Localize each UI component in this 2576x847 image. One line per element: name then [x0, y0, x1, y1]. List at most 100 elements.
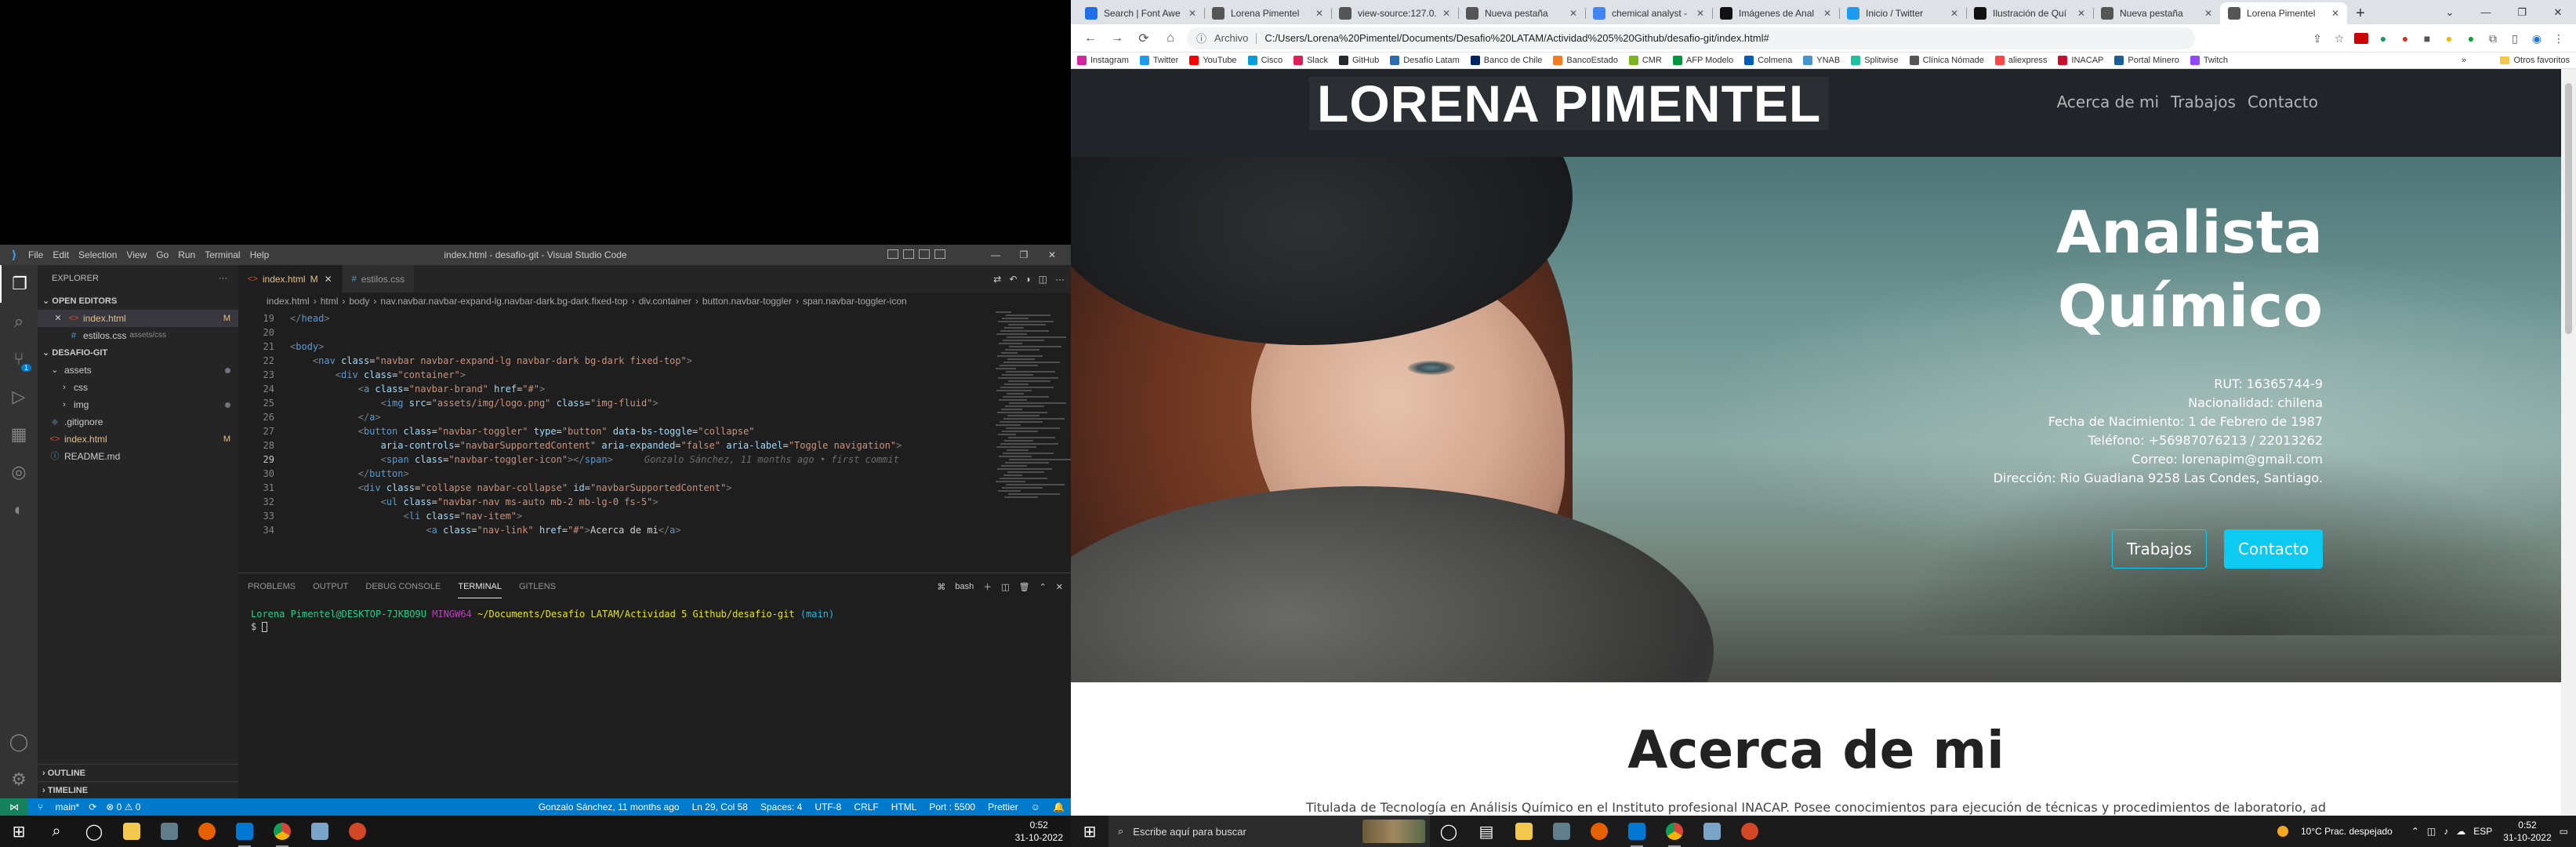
- panel-tab-debug-console[interactable]: DEBUG CONSOLE: [365, 576, 441, 598]
- bookmarks-overflow-button[interactable]: »: [2462, 56, 2466, 65]
- share-icon[interactable]: ⇪: [2306, 32, 2328, 45]
- keyboard-language[interactable]: ESP: [2473, 826, 2492, 837]
- panel-tab-output[interactable]: OUTPUT: [313, 576, 348, 598]
- open-editor-item[interactable]: ✕ <> index.html M: [38, 310, 238, 327]
- minimap[interactable]: [996, 310, 1071, 537]
- tab-index-html[interactable]: <> index.html M ✕: [238, 265, 343, 293]
- remote-explorer-icon[interactable]: ◎: [0, 453, 38, 491]
- menu-view[interactable]: View: [126, 249, 147, 260]
- extensions-icon[interactable]: ▦: [0, 416, 38, 453]
- works-button[interactable]: Trabajos: [2112, 529, 2207, 569]
- close-tab-icon[interactable]: ✕: [1442, 8, 1450, 19]
- bookmark-slack[interactable]: Slack: [1293, 56, 1328, 65]
- chrome-menu-icon[interactable]: ⋮: [2548, 32, 2570, 45]
- split-terminal-icon[interactable]: ◫: [1001, 582, 1009, 592]
- menu-file[interactable]: File: [28, 249, 43, 260]
- close-tab-icon[interactable]: ✕: [1950, 8, 1958, 19]
- back-icon[interactable]: ←: [1077, 31, 1104, 45]
- weather-widget[interactable]: 10°C Prac. despejado: [2269, 826, 2393, 837]
- tree-item[interactable]: <> index.html M: [38, 431, 238, 448]
- open-editors-section[interactable]: ⌄ OPEN EDITORS: [38, 293, 238, 310]
- breadcrumb-item[interactable]: button.navbar-toggler: [702, 296, 792, 307]
- nav-link-2[interactable]: Trabajos: [2171, 93, 2236, 111]
- other-bookmarks[interactable]: Otros favoritos: [2500, 56, 2570, 65]
- bookmark-inacap[interactable]: INACAP: [2058, 56, 2103, 65]
- toggle-sidebar-icon[interactable]: [887, 249, 898, 259]
- tree-item[interactable]: ⌄ assets: [38, 362, 238, 379]
- tab-estilos-css[interactable]: # estilos.css: [342, 265, 415, 293]
- bookmark-banco-de-chile[interactable]: Banco de Chile: [1470, 56, 1542, 65]
- kill-terminal-icon[interactable]: 🗑: [1019, 582, 1030, 592]
- search-icon[interactable]: ⌕: [38, 816, 75, 847]
- browser-tab[interactable]: Inicio / Twitter ✕: [1839, 2, 1966, 24]
- tab-search-icon[interactable]: ⌄: [2432, 6, 2468, 19]
- extensions-puzzle-icon[interactable]: ⧉: [2482, 32, 2504, 45]
- network-icon[interactable]: ◫: [2427, 826, 2436, 837]
- terminal-shell-icon[interactable]: ⌘: [937, 582, 945, 592]
- chrome-taskbar-icon[interactable]: [1656, 816, 1693, 847]
- code-editor[interactable]: 19 </head> 20 21 <body> 22 <nav class="navbar…: [238, 310, 1071, 537]
- layout-controls[interactable]: [883, 249, 945, 259]
- extension-green-icon[interactable]: ●: [2372, 32, 2394, 45]
- nav-link-3[interactable]: Contacto: [2248, 93, 2318, 111]
- breadcrumb-item[interactable]: index.html: [267, 296, 310, 307]
- task-view-icon[interactable]: ◯: [75, 816, 113, 847]
- nav-link-1[interactable]: Acerca de mi: [2057, 93, 2159, 111]
- tree-item[interactable]: ◆ .gitignore: [38, 413, 238, 431]
- task-view-icon[interactable]: ◯: [1430, 816, 1468, 847]
- browser-tab[interactable]: Lorena Pimentel ✕: [2220, 2, 2347, 24]
- extension-evernote-icon[interactable]: ●: [2460, 32, 2482, 45]
- close-tab-icon[interactable]: ✕: [1696, 8, 1704, 19]
- tree-item[interactable]: › css: [38, 379, 238, 396]
- blame-status[interactable]: Gonzalo Sánchez, 11 months ago: [539, 802, 680, 812]
- menu-run[interactable]: Run: [178, 249, 195, 260]
- breadcrumb-item[interactable]: nav.navbar.navbar-expand-lg.navbar-dark.…: [380, 296, 627, 307]
- page-scrollbar[interactable]: [2561, 69, 2576, 816]
- close-button[interactable]: ✕: [2540, 6, 2576, 19]
- chrome-taskbar-icon[interactable]: [263, 816, 301, 847]
- bookmark-portal-minero[interactable]: Portal Minero: [2114, 56, 2179, 65]
- more-actions-icon[interactable]: ···: [219, 265, 227, 293]
- menu-selection[interactable]: Selection: [78, 249, 117, 260]
- breadcrumb-item[interactable]: body: [349, 296, 369, 307]
- problems-status[interactable]: ⊗ 0 ⚠ 0: [106, 802, 140, 812]
- bookmark-github[interactable]: GitHub: [1338, 56, 1379, 65]
- bookmark-afp-modelo[interactable]: AFP Modelo: [1672, 56, 1733, 65]
- breadcrumb-item[interactable]: span.navbar-toggler-icon: [803, 296, 907, 307]
- bookmark-cl-nica-n-made[interactable]: Clínica Nómade: [1909, 56, 1984, 65]
- new-tab-button[interactable]: +: [2347, 2, 2374, 24]
- tree-item[interactable]: › img: [38, 396, 238, 413]
- firefox-icon[interactable]: [188, 816, 226, 847]
- volume-icon[interactable]: ♪: [2444, 826, 2448, 837]
- menu-edit[interactable]: Edit: [53, 249, 69, 260]
- new-terminal-icon[interactable]: ＋: [983, 580, 992, 593]
- minimize-button[interactable]: —: [2468, 6, 2504, 18]
- prettier-status[interactable]: Prettier: [988, 802, 1018, 812]
- calculator-icon[interactable]: [1543, 816, 1580, 847]
- powerpoint-taskbar-icon[interactable]: [339, 816, 376, 847]
- eol-status[interactable]: CRLF: [854, 802, 878, 812]
- settings-gear-icon[interactable]: ⚙: [0, 761, 38, 798]
- outline-section[interactable]: › OUTLINE: [38, 764, 238, 781]
- bookmark-bancoestado[interactable]: BancoEstado: [1553, 56, 1618, 65]
- browser-tab[interactable]: chemical analyst - ✕: [1585, 2, 1712, 24]
- close-tab-icon[interactable]: ✕: [1315, 8, 1323, 19]
- bookmark-instagram[interactable]: Instagram: [1077, 56, 1129, 65]
- terminal-taskbar-icon[interactable]: [1693, 816, 1731, 847]
- browser-tab[interactable]: Nueva pestaña ✕: [1458, 2, 1585, 24]
- indentation-status[interactable]: Spaces: 4: [760, 802, 802, 812]
- gitlens-icon[interactable]: ◐: [0, 491, 38, 529]
- minimize-button[interactable]: —: [981, 249, 1010, 260]
- info-icon[interactable]: ⓘ: [1196, 31, 1206, 45]
- bookmark-youtube[interactable]: YouTube: [1189, 56, 1237, 65]
- toggle-secondary-sidebar-icon[interactable]: [919, 249, 930, 259]
- panel-tab-gitlens[interactable]: GITLENS: [519, 576, 556, 598]
- language-mode[interactable]: HTML: [891, 802, 917, 812]
- powerpoint-taskbar-icon[interactable]: [1731, 816, 1769, 847]
- open-editor-item[interactable]: # estilos.css assets/css: [38, 327, 238, 344]
- taskbar-search-box[interactable]: ⌕ Escribe aquí para buscar: [1108, 816, 1430, 847]
- scrollbar-thumb[interactable]: [2565, 83, 2572, 334]
- encoding-status[interactable]: UTF-8: [815, 802, 841, 812]
- extension-shield-icon[interactable]: ●: [2394, 32, 2416, 45]
- close-icon[interactable]: ✕: [52, 310, 64, 327]
